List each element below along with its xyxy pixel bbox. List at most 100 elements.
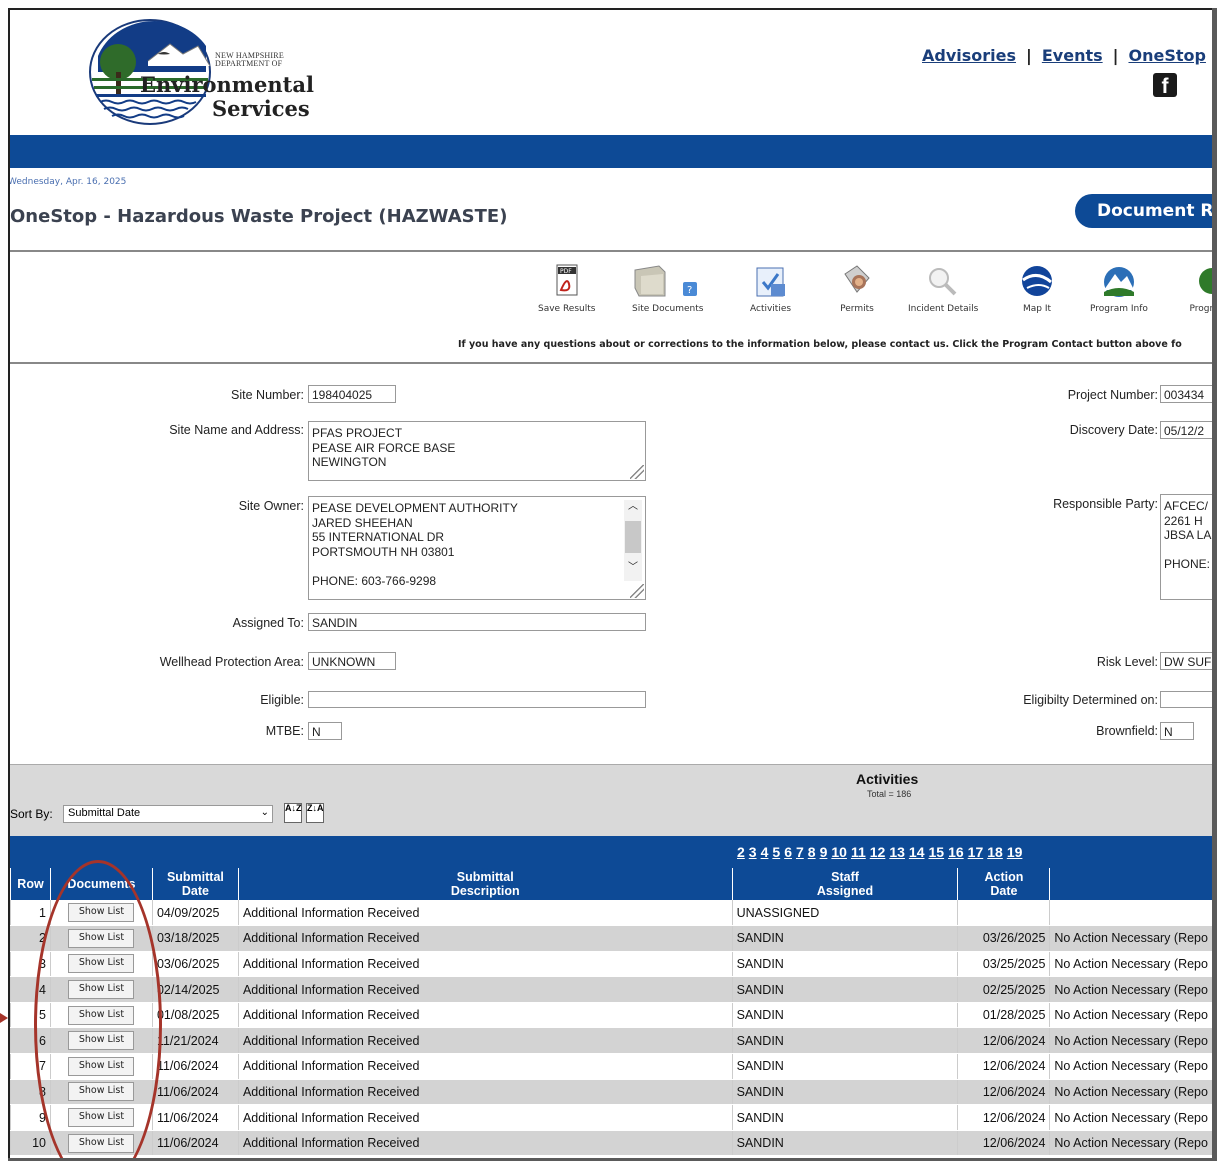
page-link[interactable]: 17 [968,844,984,860]
sort-by-value: Submittal Date [68,807,141,819]
show-list-button[interactable]: Show List [68,954,135,974]
show-list-button[interactable]: Show List [68,1005,135,1025]
site-owner-line [312,559,642,574]
page-link[interactable]: 18 [987,844,1003,860]
page-link[interactable]: 6 [784,844,792,860]
save-results-button[interactable]: PDF Save Results [538,264,595,314]
show-list-button[interactable]: Show List [68,928,135,948]
sort-by-select[interactable]: Submittal Date ⌄ [63,805,273,823]
column-header-submittal-description[interactable]: Submittal Description [237,868,733,900]
resize-grip[interactable] [630,584,644,598]
staff-assigned-cell: SANDIN [731,951,958,978]
brownfield-field[interactable]: N [1160,722,1194,740]
onestop-link[interactable]: OneStop [1128,46,1205,65]
program-contact-button[interactable]: Progran [1172,264,1212,314]
site-number-field[interactable]: 198404025 [308,385,396,403]
project-number-field[interactable]: 003434 [1160,385,1212,403]
page-link[interactable]: 13 [889,844,905,860]
site-name-textarea[interactable]: PFAS PROJECT PEASE AIR FORCE BASE NEWING… [308,421,646,481]
activities-button[interactable]: Activities [750,264,791,314]
page-link[interactable]: 2 [737,844,745,860]
row-number-cell: 4 [10,976,51,1003]
risk-level-field[interactable]: DW SUF [1160,652,1212,670]
column-header-action [1049,868,1212,900]
responsible-party-line: 2261 H [1164,513,1203,528]
responsible-party-textarea[interactable]: AFCEC/ 2261 H JBSA LA PHONE: [1160,494,1212,600]
document-repository-button[interactable]: Document R [1075,194,1212,228]
discovery-date-field[interactable]: 05/12/2 [1160,421,1212,439]
page-link[interactable]: 9 [820,844,828,860]
mtbe-field[interactable]: N [308,722,342,740]
resize-grip[interactable] [630,465,644,479]
show-list-button[interactable]: Show List [68,903,135,923]
chevron-down-icon: ⌄ [260,807,269,818]
site-header: NEW HAMPSHIRE DEPARTMENT OF Environmenta… [10,10,1212,135]
globe-icon [1019,264,1055,298]
table-row: 5 Show List 01/08/2025 Additional Informati… [10,1002,1212,1029]
page-link[interactable]: 10 [831,844,847,860]
eligibility-determined-field[interactable] [1160,691,1212,708]
advisories-link[interactable]: Advisories [922,46,1016,65]
staff-assigned-cell: SANDIN [731,1053,958,1080]
column-header-staff-assigned[interactable]: Staff Assigned [731,868,958,900]
page-link[interactable]: 5 [772,844,780,860]
responsible-party-line [1164,543,1212,558]
documents-cell: Show List [49,925,153,952]
table-row: 10 Show List 11/06/2024 Additional Informat… [10,1130,1212,1157]
column-header-documents[interactable]: Documents [49,868,153,900]
action-cell: No Action Necessary (Repo [1049,1079,1212,1106]
page-link[interactable]: 16 [948,844,964,860]
site-documents-button[interactable]: ? Site Documents [632,264,703,314]
column-header-submittal-date[interactable]: Submittal Date [151,868,239,900]
facebook-icon[interactable]: f [1153,73,1177,98]
show-list-button[interactable]: Show List [68,1031,135,1051]
incident-details-button[interactable]: Incident Details [908,264,978,314]
sort-ascending-icon[interactable]: A↓Z [284,803,302,823]
scroll-down-icon[interactable]: ﹀ [628,561,638,576]
events-link[interactable]: Events [1042,46,1103,65]
table-row: 1 Show List 04/09/2025 Additional Informati… [10,900,1212,927]
permits-button[interactable]: Permits [839,264,875,314]
sort-descending-glyph: Z↓A [307,803,324,813]
map-it-button[interactable]: Map It [1019,264,1055,314]
scroll-up-icon[interactable]: ︿ [628,500,638,515]
submittal-description-cell: Additional Information Received [237,1104,733,1131]
folder-icon: ? [633,264,703,298]
row-number-cell: 8 [10,1079,51,1106]
action-date-cell: 12/06/2024 [957,1053,1050,1080]
show-list-button[interactable]: Show List [68,980,135,1000]
activities-header: Activities Total = 186 Sort By: Submitta… [10,764,1212,837]
show-list-button[interactable]: Show List [68,1056,135,1076]
program-contact-label: Progran [1189,304,1212,314]
page-link[interactable]: 7 [796,844,804,860]
page-link[interactable]: 12 [870,844,886,860]
show-list-button[interactable]: Show List [68,1082,135,1102]
page-link[interactable]: 8 [808,844,816,860]
site-documents-label: Site Documents [632,304,704,314]
page-link[interactable]: 15 [929,844,945,860]
submittal-description-cell: Additional Information Received [237,1053,733,1080]
responsible-party-label: Responsible Party: [1053,497,1158,511]
action-cell: No Action Necessary (Repo [1049,1027,1212,1055]
wellhead-field[interactable]: UNKNOWN [308,652,396,670]
program-info-button[interactable]: Program Info [1090,264,1148,314]
eligible-field[interactable] [308,691,646,708]
page-link[interactable]: 14 [909,844,925,860]
show-list-button[interactable]: Show List [68,1133,135,1153]
action-cell: No Action Necessary (Repo [1049,925,1212,952]
nav-bar [10,135,1212,168]
page-link[interactable]: 11 [851,844,866,860]
column-header-action-date[interactable]: Action Date [957,868,1050,900]
page-link[interactable]: 4 [761,844,769,860]
column-header-row[interactable]: Row [10,868,51,900]
site-owner-textarea[interactable]: PEASE DEVELOPMENT AUTHORITY JARED SHEEHA… [308,496,646,600]
assigned-to-field[interactable]: SANDIN [308,613,646,631]
page-link[interactable]: 19 [1007,844,1023,860]
table-row: 9 Show List 11/06/2024 Additional Informati… [10,1104,1212,1131]
page-link[interactable]: 3 [749,844,757,860]
mtbe-label: MTBE: [265,724,304,738]
sort-descending-icon[interactable]: Z↓A [306,803,324,823]
show-list-button[interactable]: Show List [68,1108,135,1128]
scrollbar-thumb[interactable] [625,521,641,553]
nav-separator: | [1112,46,1119,65]
